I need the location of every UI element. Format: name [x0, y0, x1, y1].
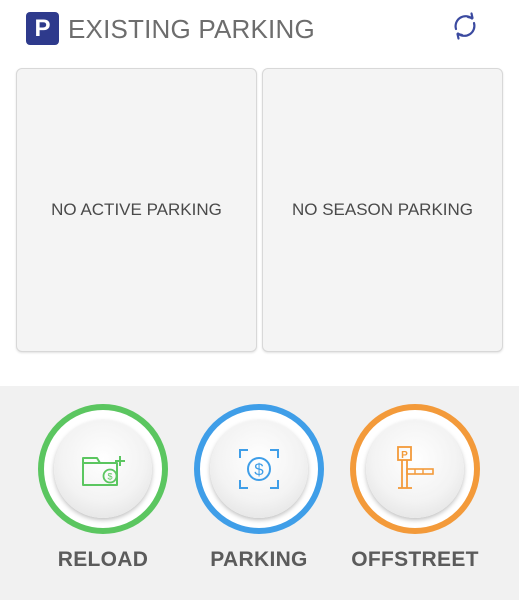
parking-logo: P	[26, 12, 59, 45]
season-parking-card[interactable]: NO SEASON PARKING	[262, 68, 503, 352]
offstreet-label: OFFSTREET	[351, 548, 479, 571]
reload-disc: $	[54, 420, 152, 518]
header: P EXISTING PARKING	[0, 0, 519, 62]
dollar-scan-icon: $	[239, 449, 279, 489]
svg-text:P: P	[401, 450, 408, 461]
page-title: EXISTING PARKING	[68, 14, 315, 44]
action-bar: $ RELOAD $ PARKING P OFFSTREET	[0, 386, 519, 600]
refresh-button[interactable]	[448, 9, 482, 43]
wallet-add-icon: $	[82, 456, 125, 486]
offstreet-disc: P	[366, 420, 464, 518]
parking-button[interactable]: $	[194, 404, 324, 534]
parking-action: $ PARKING	[194, 404, 324, 571]
offstreet-action: P OFFSTREET	[350, 404, 480, 571]
reload-label: RELOAD	[57, 548, 149, 571]
season-parking-status: NO SEASON PARKING	[291, 200, 474, 219]
reload-button[interactable]: $	[38, 404, 168, 534]
offstreet-button[interactable]: P	[350, 404, 480, 534]
active-parking-card[interactable]: NO ACTIVE PARKING	[16, 68, 257, 352]
svg-text:$: $	[254, 460, 264, 479]
active-parking-status: NO ACTIVE PARKING	[51, 200, 222, 219]
parking-disc: $	[210, 420, 308, 518]
parking-label: PARKING	[210, 548, 308, 571]
reload-action: $ RELOAD	[38, 404, 168, 571]
refresh-icon	[454, 12, 476, 40]
svg-text:$: $	[107, 472, 112, 482]
parking-barrier-icon: P	[397, 446, 434, 489]
